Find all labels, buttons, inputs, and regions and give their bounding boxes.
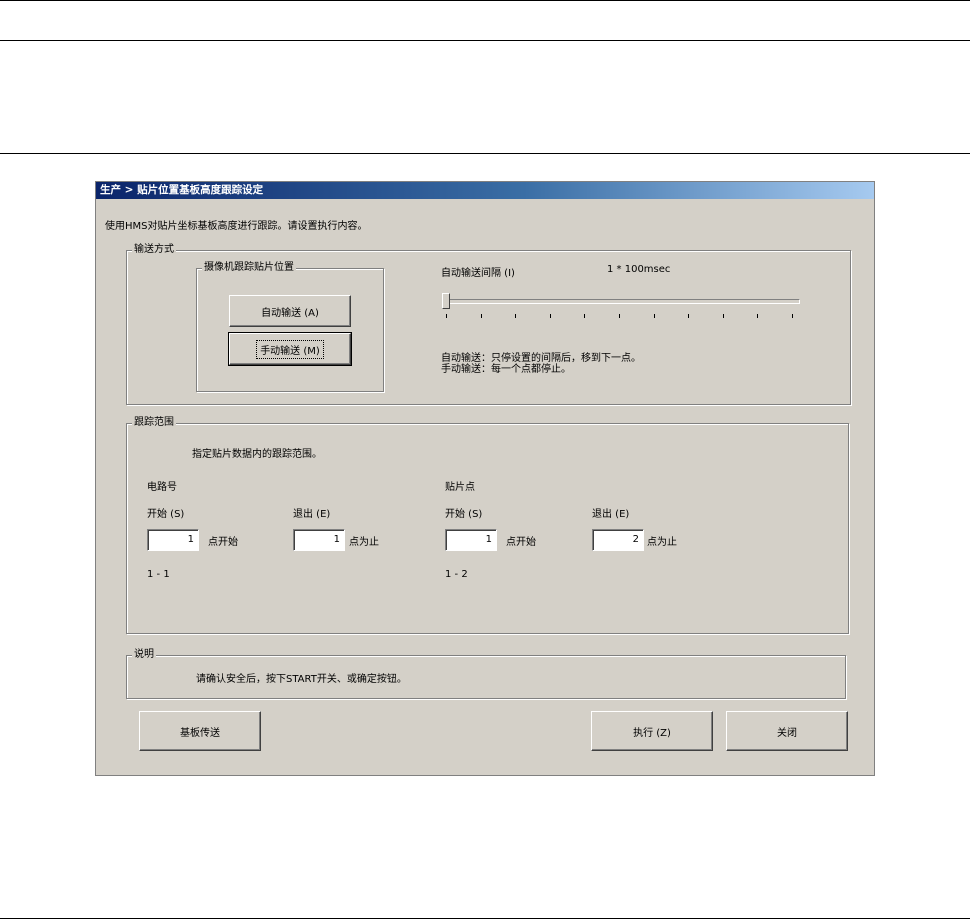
tracking-range-group-title: 跟踪范围 [132,417,176,429]
slider-tick [481,314,482,318]
circuit-start-input[interactable]: 1 [147,529,199,551]
point-start-label: 开始 (S) [445,509,483,520]
board-transfer-button[interactable]: 基板传送 [139,711,261,751]
page-rule-section [0,153,970,154]
manual-transport-label: 手动输送 (M) [256,339,324,359]
slider-tick [619,314,620,318]
interval-slider-track[interactable] [446,299,800,304]
page-rule-bottom [0,918,970,919]
slider-tick [446,314,447,318]
auto-transport-button[interactable]: 自动输送 (A) [229,295,351,327]
note-text: 请确认安全后，按下START开关、或确定按钮。 [196,674,407,685]
close-label: 关闭 [777,727,797,739]
circuit-number-label: 电路号 [147,482,177,493]
page-rule-header [0,40,970,41]
circuit-end-label: 退出 (E) [293,509,331,520]
circuit-range-text: 1 - 1 [147,569,170,580]
range-description: 指定贴片数据内的跟踪范围。 [192,449,322,460]
close-button[interactable]: 关闭 [726,711,848,751]
interval-value: 1 * 100msec [607,264,671,275]
slider-tick [723,314,724,318]
slider-tick [688,314,689,318]
point-range-text: 1 - 2 [445,569,468,580]
point-end-suffix: 点为止 [647,537,677,548]
interval-slider-thumb[interactable] [442,293,450,309]
slider-tick [654,314,655,318]
point-end-input[interactable]: 2 [592,529,644,551]
dialog-title: 生产 > 贴片位置基板高度跟踪设定 [96,182,874,199]
transport-group-title: 输送方式 [132,244,176,256]
auto-transport-label: 自动输送 (A) [261,307,319,319]
instruction-text: 使用HMS对贴片坐标基板高度进行跟踪。请设置执行内容。 [105,221,368,232]
board-transfer-label: 基板传送 [180,727,220,739]
circuit-start-label: 开始 (S) [147,509,185,520]
slider-tick [757,314,758,318]
point-start-input[interactable]: 1 [445,529,497,551]
manual-transport-description: 手动输送：每一个点都停止。 [441,364,571,375]
slider-tick [515,314,516,318]
slider-tick [584,314,585,318]
point-start-suffix: 点开始 [506,537,536,548]
page-rule-top [0,0,970,1]
camera-track-group: 摄像机跟踪贴片位置 [196,262,384,392]
slider-tick [792,314,793,318]
tracking-settings-dialog: 生产 > 贴片位置基板高度跟踪设定 使用HMS对贴片坐标基板高度进行跟踪。请设置… [95,181,875,776]
note-group-title: 说明 [132,649,156,661]
circuit-end-input[interactable]: 1 [293,529,345,551]
execute-button[interactable]: 执行 (Z) [591,711,713,751]
circuit-end-suffix: 点为止 [349,537,379,548]
placement-point-label: 贴片点 [445,482,475,493]
manual-transport-button[interactable]: 手动输送 (M) [228,332,352,366]
execute-label: 执行 (Z) [633,727,671,739]
circuit-start-suffix: 点开始 [208,537,238,548]
camera-track-group-title: 摄像机跟踪贴片位置 [202,262,296,274]
interval-label: 自动输送间隔 (I) [441,268,515,279]
point-end-label: 退出 (E) [592,509,630,520]
slider-tick [550,314,551,318]
